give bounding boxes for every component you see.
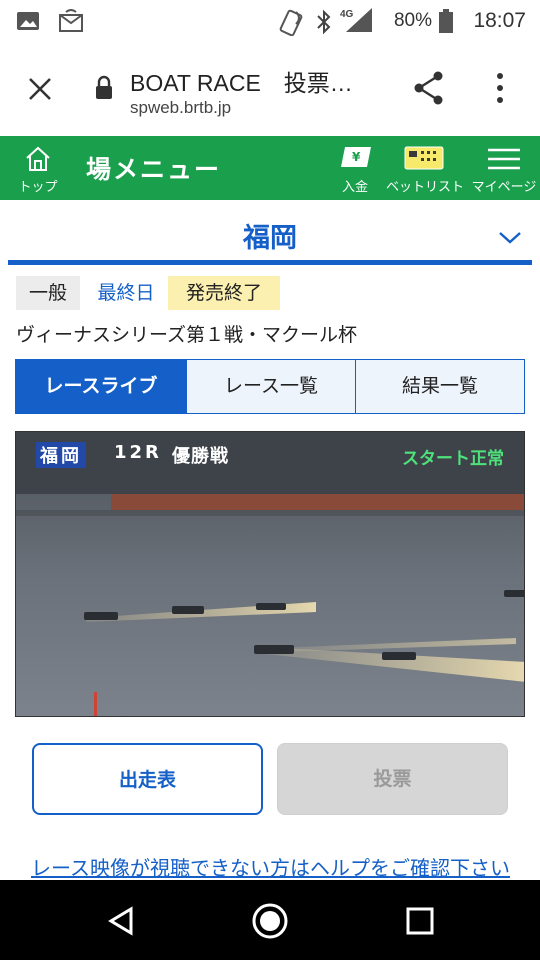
lock-icon	[96, 75, 112, 99]
chevron-down-icon[interactable]	[498, 230, 522, 246]
tab-race-live[interactable]: レースライブ	[15, 359, 187, 414]
video-event-label: 優勝戦	[172, 446, 229, 467]
svg-text:¥: ¥	[352, 150, 361, 164]
share-icon[interactable]	[412, 70, 446, 106]
signal-4g-icon: 4G	[340, 8, 372, 32]
venue-name: 福岡	[243, 223, 297, 254]
back-icon[interactable]	[107, 906, 135, 936]
vote-button[interactable]: 投票	[277, 743, 508, 815]
svg-text:4G: 4G	[340, 9, 354, 20]
betlist-icon	[404, 146, 444, 170]
recent-apps-icon[interactable]	[406, 907, 434, 935]
home-circle-icon[interactable]	[251, 902, 289, 940]
status-bar: 4G 80% 18:07	[0, 0, 540, 44]
nav-mypage-label: マイページ	[471, 180, 537, 195]
nav-deposit-label: 入金	[341, 180, 368, 195]
video-venue-label: 福岡	[36, 442, 86, 468]
video-start-status: スタート正常	[402, 449, 504, 469]
menu-icon	[488, 148, 520, 170]
venue-underline	[8, 260, 532, 265]
notification-icon	[59, 9, 83, 32]
nav-mypage-button[interactable]: マイページ	[468, 136, 540, 200]
nav-betlist-label: ベットリスト	[386, 180, 465, 195]
sale-status-badge: 発売終了	[168, 276, 280, 310]
race-live-video[interactable]: 福岡 12R 優勝戦 スタート正常	[15, 431, 525, 717]
race-series-title: ヴィーナスシリーズ第１戦・マクール杯	[16, 324, 358, 346]
entry-table-button[interactable]: 出走表	[32, 743, 263, 815]
video-frame	[16, 432, 524, 716]
nav-top-button[interactable]: トップ	[8, 136, 68, 200]
nfc-icon	[279, 9, 303, 36]
deposit-icon: ¥	[341, 147, 371, 167]
page-title: BOAT RACE 投票…	[130, 70, 353, 96]
system-navigation-bar	[0, 880, 540, 960]
venue-menu-title: 場メニュー	[86, 155, 222, 184]
url-text[interactable]: spweb.brtb.jp	[130, 98, 231, 118]
close-icon[interactable]	[27, 76, 53, 102]
battery-percent: 80%	[393, 10, 432, 31]
day-badge: 最終日	[97, 282, 155, 304]
nav-top-label: トップ	[18, 180, 58, 195]
image-icon	[17, 12, 39, 30]
video-race-number: 12R	[114, 442, 162, 463]
tab-race-list[interactable]: レース一覧	[186, 359, 356, 414]
tab-result-list[interactable]: 結果一覧	[355, 359, 525, 414]
home-icon	[26, 146, 50, 171]
venue-selector[interactable]: 福岡	[0, 200, 540, 266]
site-nav: トップ 場メニュー ¥ 入金 ベットリスト マイページ	[0, 136, 540, 200]
battery-icon	[439, 9, 453, 33]
clock: 18:07	[473, 9, 526, 32]
bluetooth-icon	[317, 9, 331, 35]
help-link[interactable]: レース映像が視聴できない方はヘルプをご確認下さい	[31, 852, 510, 881]
more-options-icon[interactable]	[495, 72, 505, 104]
grade-badge: 一般	[16, 276, 80, 310]
nav-deposit-button[interactable]: ¥ 入金	[330, 136, 380, 200]
nav-betlist-button[interactable]: ベットリスト	[386, 136, 464, 200]
browser-toolbar: BOAT RACE 投票… spweb.brtb.jp	[0, 44, 540, 136]
